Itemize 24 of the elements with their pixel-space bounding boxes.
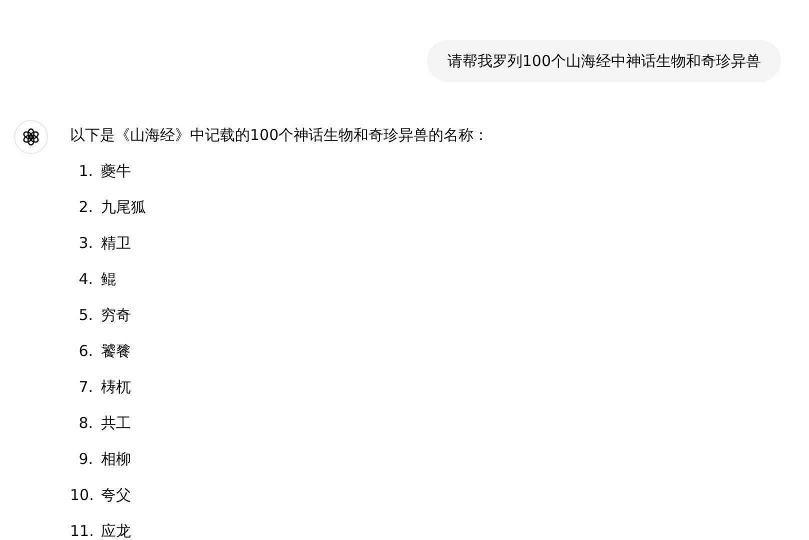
- creature-name: 饕餮: [101, 341, 131, 362]
- list-number: 11.: [70, 521, 93, 540]
- creature-name: 夔牛: [101, 161, 131, 182]
- creature-name: 共工: [101, 413, 131, 434]
- list-number: 10.: [70, 485, 93, 506]
- creature-name: 鲲: [101, 269, 116, 290]
- creature-name: 九尾狐: [101, 197, 146, 218]
- list-number: 9.: [78, 449, 93, 470]
- creature-name: 相柳: [101, 449, 131, 470]
- list-number: 4.: [78, 269, 93, 290]
- assistant-intro-text: 以下是《山海经》中记载的100个神话生物和奇珍异兽的名称：: [70, 125, 489, 146]
- list-number: 3.: [78, 233, 93, 254]
- list-number: 5.: [78, 305, 93, 326]
- creature-name: 精卫: [101, 233, 131, 254]
- creature-name: 夸父: [101, 485, 131, 506]
- list-number: 8.: [78, 413, 93, 434]
- list-number: 2.: [78, 197, 93, 218]
- creature-name: 应龙: [101, 521, 131, 540]
- list-number: 7.: [78, 377, 93, 398]
- list-number: 1.: [78, 161, 93, 182]
- list-number: 6.: [78, 341, 93, 362]
- creature-name: 穷奇: [101, 305, 131, 326]
- creature-name: 梼杌: [101, 377, 131, 398]
- user-message-bubble: 请帮我罗列100个山海经中神话生物和奇珍异兽: [427, 40, 781, 82]
